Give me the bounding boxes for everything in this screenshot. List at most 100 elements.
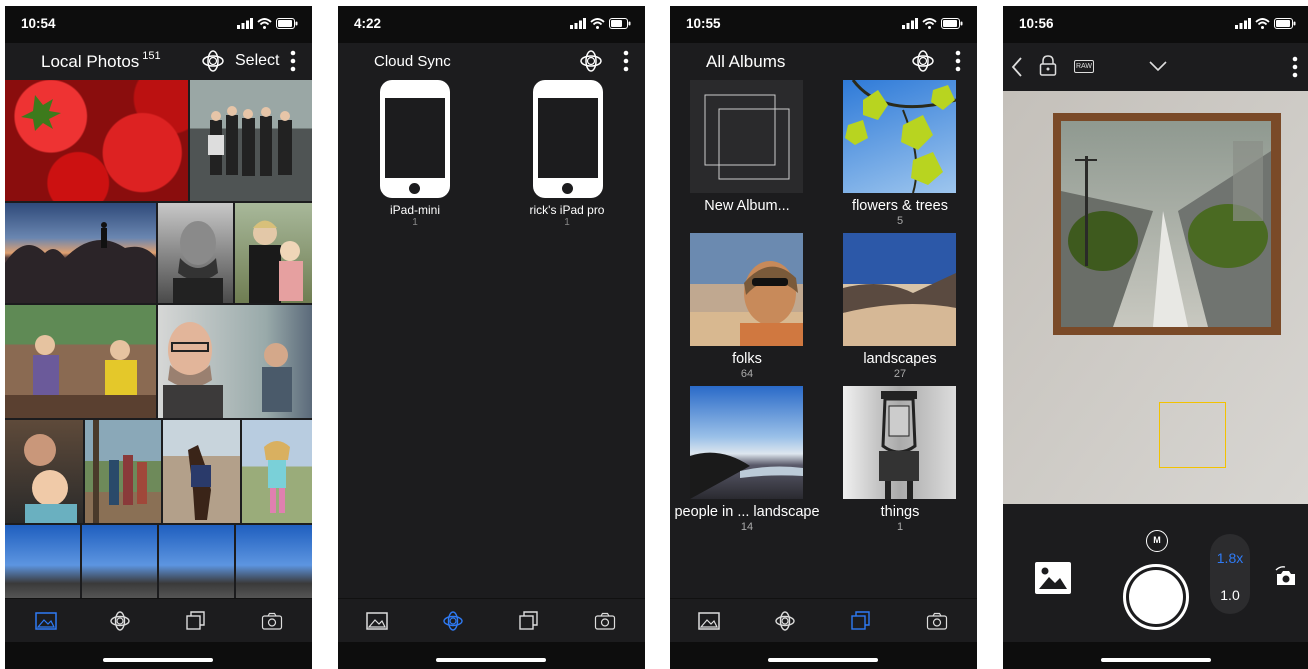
photo-woman-child[interactable] [235,203,312,303]
wifi-icon [922,18,937,29]
more-icon[interactable] [1291,56,1299,78]
home-indicator-area [338,642,645,669]
chevron-down-icon[interactable] [1148,60,1168,72]
photo-road-sky-4[interactable] [236,525,312,598]
album-count: 64 [740,368,754,380]
album-landscapes[interactable] [843,233,956,346]
zoom-selector[interactable]: 1.8x 1.0 [1210,534,1250,614]
camera-tab-icon[interactable] [261,610,283,632]
photos-tab-icon[interactable] [35,610,57,632]
photo-girl-field[interactable] [242,420,312,523]
lock-icon[interactable] [1039,55,1057,77]
signal-icon [570,18,586,29]
shutter-button[interactable] [1123,564,1189,630]
status-bar: 10:55 [670,6,977,43]
manual-mode-button[interactable]: M [1146,530,1168,552]
album-people-landscape[interactable] [690,386,803,499]
album-count: 27 [893,368,907,380]
camera-tab-icon[interactable] [594,610,616,632]
page-title: Cloud Sync [374,53,451,70]
wifi-icon [1255,18,1270,29]
cloud-sync-icon[interactable] [579,50,603,72]
nav-bar: Cloud Sync [338,43,645,80]
more-icon[interactable] [289,50,297,72]
cloud-sync-tab-icon[interactable] [774,610,796,632]
album-label: flowers & trees [852,198,948,214]
cloud-sync-tab-icon[interactable] [442,610,464,632]
home-indicator-area [670,642,977,669]
status-bar: 4:22 [338,6,645,43]
photos-tab-icon[interactable] [366,610,388,632]
select-button[interactable]: Select [235,52,279,70]
album-count: 1 [896,521,904,533]
new-album-button[interactable] [690,80,803,193]
gallery-icon[interactable] [1035,562,1071,594]
status-bar: 10:54 [5,6,312,43]
photo-horse[interactable] [163,420,240,523]
zoom-option[interactable]: 1.0 [1210,587,1250,603]
photo-road-sky-1[interactable] [5,525,80,598]
cloud-sync-screen: 4:22 Cloud Sync iPad-mini 1 rick's iPad … [338,6,645,669]
album-label: people in ... landscape [674,504,820,520]
camera-viewfinder[interactable] [1003,91,1308,504]
album-count: 5 [896,215,904,227]
signal-icon [1235,18,1251,29]
album-count: 14 [740,521,754,533]
album-flowers-trees[interactable] [843,80,956,193]
device-ipad-mini[interactable] [380,80,450,198]
home-indicator[interactable] [436,658,546,662]
camera-controls: M 1.8x 1.0 [1003,504,1308,642]
battery-icon [609,18,631,29]
new-album-icon [704,94,790,180]
page-title: Local Photos 151 [41,50,161,71]
home-indicator-area [1003,642,1308,669]
zoom-option-selected[interactable]: 1.8x [1210,550,1250,566]
cloud-sync-tab-icon[interactable] [109,610,131,632]
home-indicator[interactable] [1101,658,1211,662]
albums-tab-icon[interactable] [518,610,540,632]
albums-tab-icon[interactable] [850,610,872,632]
more-icon[interactable] [622,50,630,72]
camera-toolbar: RAW [1003,43,1308,91]
photo-count-badge: 151 [142,50,161,62]
viewfinder-scene [1003,91,1308,504]
status-icons [237,18,298,29]
focus-box [1159,402,1226,468]
album-folks[interactable] [690,233,803,346]
photo-road-sky-3[interactable] [159,525,234,598]
switch-camera-icon[interactable] [1274,566,1298,588]
device-label: rick's iPad pro [529,203,605,217]
photo-kids-trees[interactable] [85,420,161,523]
camera-tab-icon[interactable] [926,610,948,632]
album-things[interactable] [843,386,956,499]
raw-toggle[interactable]: RAW [1074,60,1094,73]
photo-car-selfie[interactable] [158,305,312,418]
photo-man-baby[interactable] [5,420,83,523]
photo-rocks-sunset[interactable] [5,203,156,303]
photo-family-group[interactable] [190,80,312,201]
home-indicator[interactable] [768,658,878,662]
cloud-sync-icon[interactable] [911,50,935,72]
signal-icon [902,18,918,29]
tab-bar [5,598,312,642]
device-count: 1 [412,217,418,228]
photos-tab-icon[interactable] [698,610,720,632]
albums-tab-icon[interactable] [185,610,207,632]
nav-bar: Local Photos 151 Select [5,43,312,80]
status-icons [902,18,963,29]
status-bar: 10:56 [1003,6,1308,43]
home-indicator[interactable] [103,658,213,662]
photo-road-sky-2[interactable] [82,525,157,598]
more-icon[interactable] [954,50,962,72]
cloud-sync-icon[interactable] [201,50,225,72]
tab-bar [670,598,977,642]
photo-grid [5,80,312,598]
photo-tomatoes[interactable] [5,80,188,201]
nav-bar: All Albums [670,43,977,80]
battery-icon [276,18,298,29]
photo-picnic-men[interactable] [5,305,156,418]
device-ipad-pro[interactable] [533,80,603,198]
back-chevron-icon[interactable] [1011,56,1023,78]
status-time: 10:56 [1019,16,1054,31]
photo-man-bw[interactable] [158,203,233,303]
